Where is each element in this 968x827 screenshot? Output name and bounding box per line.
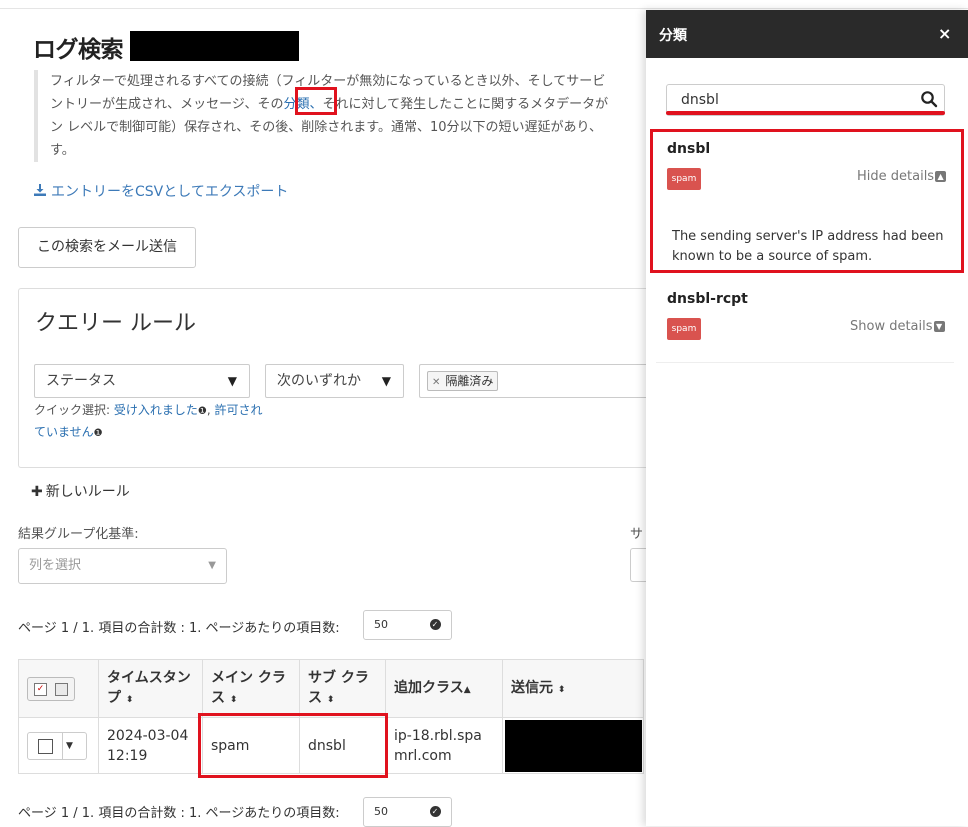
col-extra-class-label: 追加クラス: [394, 679, 464, 696]
quick-select-label: クイック選択:: [34, 403, 111, 417]
classification-item-name: dnsbl-rcpt: [667, 291, 748, 307]
item-divider: [656, 362, 954, 363]
page-title: ログ検索: [33, 37, 124, 63]
group-by-select[interactable]: 列を選択 ▼: [18, 548, 227, 584]
description-line-3: ン レベルで制御可能）保存され、その後、削除されます。通常、10分以下の短い遅延…: [50, 120, 602, 135]
pager-bottom-text: ページ 1 / 1. 項目の合計数 : 1. ページあたりの項目数:: [18, 806, 340, 821]
expand-icon: ▼: [933, 321, 945, 332]
field-select-value: ステータス: [46, 373, 116, 389]
field-select[interactable]: ステータス ▼: [34, 364, 250, 398]
sort-asc-icon: ▲: [463, 684, 471, 695]
per-page-apply-top[interactable]: ✓: [419, 610, 452, 640]
check-circle-icon: ✓: [429, 806, 441, 817]
info-icon: ❶: [93, 428, 103, 439]
col-sender[interactable]: 送信元 ⬍: [502, 659, 644, 718]
remove-tag-icon[interactable]: ✕: [432, 377, 440, 388]
col-main-class[interactable]: メイン クラス ⬍: [202, 659, 300, 718]
download-icon: [34, 184, 46, 196]
highlight-classification-link: [295, 87, 337, 115]
description-line-1: フィルターで処理されるすべての接続（フィルターが無効になっているとき以外、そして…: [50, 74, 606, 89]
table-header-row: ✓ タイムスタンプ ⬍ メイン クラス ⬍ サブ クラス ⬍ 追加クラス▲ 送信…: [18, 659, 644, 718]
page-description: フィルターで処理されるすべての接続（フィルターが無効になっているとき以外、そして…: [34, 70, 654, 162]
col-timestamp-label: タイムスタンプ: [107, 669, 191, 706]
caret-down-icon: ▼: [381, 374, 391, 388]
deselect-all-icon[interactable]: [55, 682, 68, 696]
classification-panel-header: [646, 10, 968, 58]
export-csv-label: エントリーをCSVとしてエクスポート: [51, 184, 289, 200]
per-page-input-top[interactable]: 50: [363, 610, 420, 640]
redacted-sender-block: [505, 720, 642, 772]
select-all-header: ✓: [18, 659, 99, 718]
classification-search-input[interactable]: [679, 91, 899, 109]
per-page-apply-bottom[interactable]: ✓: [419, 797, 452, 827]
highlight-search-underline: [666, 111, 945, 115]
group-by-placeholder: 列を選択: [29, 558, 82, 573]
caret-down-icon[interactable]: ▼: [66, 733, 73, 759]
top-divider: [0, 8, 968, 9]
secondary-select[interactable]: [630, 548, 646, 582]
row-select-dropdown[interactable]: ▼: [27, 731, 87, 760]
quick-select: クイック選択: 受け入れました❶, 許可されていません❶: [34, 403, 263, 439]
quick-select-accepted[interactable]: 受け入れました: [114, 403, 198, 417]
sort-icon: ⬍: [557, 684, 566, 695]
highlight-class-cells: [198, 713, 388, 778]
col-timestamp[interactable]: タイムスタンプ ⬍: [98, 659, 203, 718]
description-line-2-start: ントリーが生成され、メッセージ、その: [50, 97, 284, 112]
col-sender-label: 送信元: [511, 679, 553, 696]
new-rule-label: 新しいルール: [45, 484, 130, 500]
col-sub-class[interactable]: サブ クラス ⬍: [299, 659, 386, 718]
highlight-dnsbl-item: [650, 129, 964, 273]
close-icon[interactable]: ×: [938, 24, 951, 43]
export-csv-link[interactable]: エントリーをCSVとしてエクスポート: [34, 181, 288, 201]
group-by-label: 結果グループ化基準:: [18, 527, 139, 542]
description-line-4: す。: [50, 143, 75, 158]
select-all-icon[interactable]: ✓: [34, 682, 47, 696]
cell-extra-class: ip-18.rbl.spamrl.com: [385, 717, 503, 774]
cell-timestamp: 2024-03-04 12:19: [98, 717, 203, 774]
col-main-class-label: メイン クラス: [211, 669, 286, 706]
row-select-cell: ▼: [18, 717, 99, 774]
pager-top-text: ページ 1 / 1. 項目の合計数 : 1. ページあたりの項目数:: [18, 621, 340, 636]
sort-icon: ⬍: [229, 694, 238, 705]
sort-icon: ⬍: [125, 694, 134, 705]
operator-select[interactable]: 次のいずれか ▼: [265, 364, 404, 398]
info-icon: ❶: [197, 406, 207, 417]
email-search-button[interactable]: この検索をメール送信: [18, 227, 196, 268]
secondary-label-fragment: サ: [630, 527, 644, 542]
per-page-input-bottom[interactable]: 50: [363, 797, 420, 827]
sort-icon: ⬍: [326, 694, 335, 705]
caret-down-icon: ▼: [208, 560, 216, 571]
plus-icon: ✚: [31, 484, 43, 500]
query-rules-title: クエリー ルール: [35, 311, 196, 336]
value-tag-label: 隔離済み: [445, 374, 494, 388]
search-icon[interactable]: [920, 90, 938, 108]
show-details-label: Show details: [850, 319, 933, 334]
col-sub-class-label: サブ クラス: [308, 669, 369, 706]
bulk-select-buttons[interactable]: ✓: [27, 676, 75, 701]
value-tag: ✕ 隔離済み: [427, 371, 499, 391]
redacted-title-block: [130, 31, 299, 61]
class-badge: spam: [667, 318, 701, 340]
operator-select-value: 次のいずれか: [277, 373, 361, 389]
description-line-2: ントリーが生成され、メッセージ、その分類、それに対して発生したことに関するメタデ…: [50, 93, 654, 116]
row-checkbox[interactable]: [38, 738, 53, 754]
col-extra-class[interactable]: 追加クラス▲: [385, 659, 503, 718]
description-line-2-end: それに対して発生したことに関するメタデータが: [322, 97, 609, 112]
row-select-divider: [62, 732, 63, 759]
new-rule-button[interactable]: ✚ 新しいルール: [31, 481, 130, 501]
show-details-toggle[interactable]: Show details ▼: [850, 319, 945, 334]
caret-down-icon: ▼: [227, 374, 237, 388]
classification-panel-title: 分類: [659, 28, 687, 44]
check-circle-icon: ✓: [429, 619, 441, 630]
